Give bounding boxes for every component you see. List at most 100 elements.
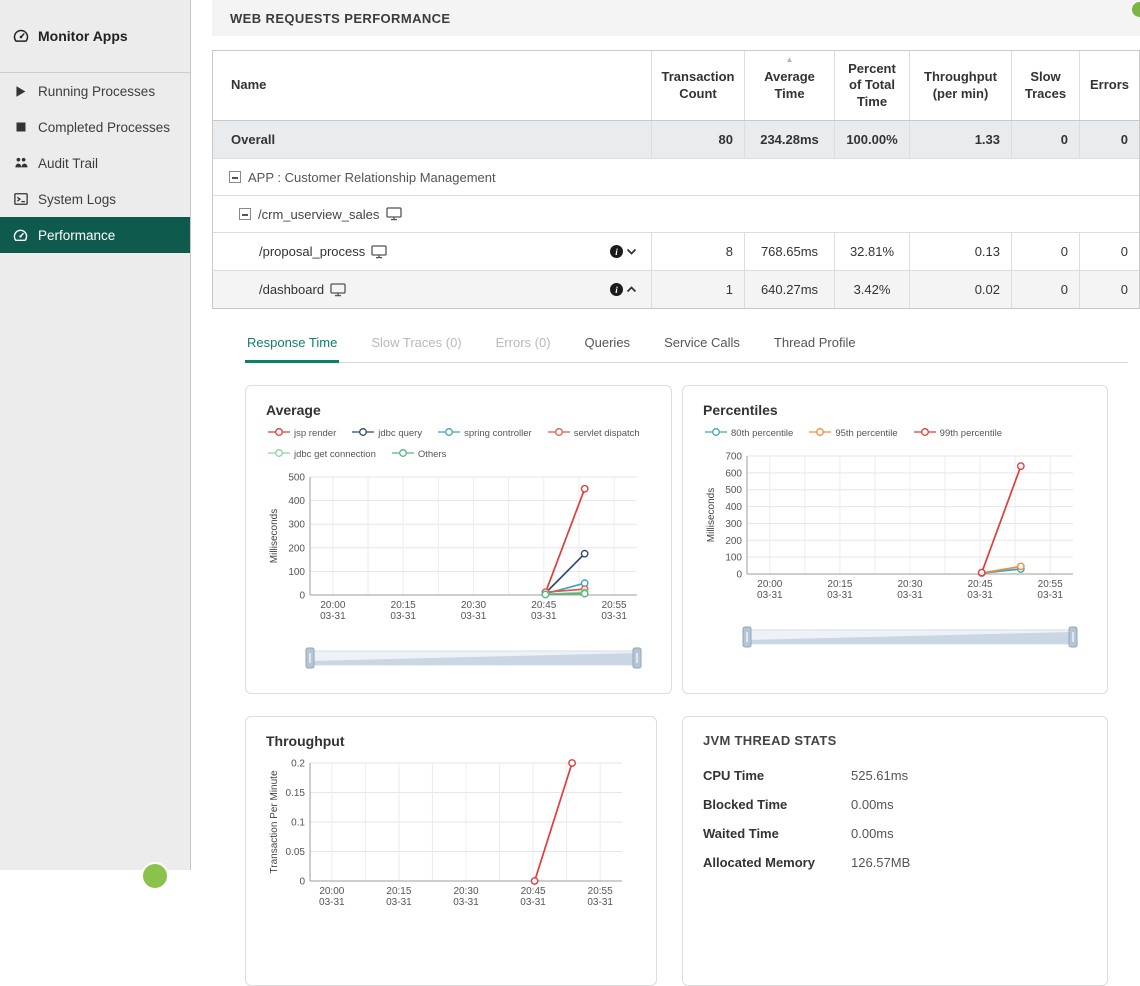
- jvm-stat-label: Allocated Memory: [703, 855, 851, 870]
- tab-service-calls[interactable]: Service Calls: [662, 325, 742, 362]
- throughput-chart-card: Throughput 00.050.10.150.220:0003-3120:1…: [245, 716, 657, 986]
- svg-text:03-31: 03-31: [827, 590, 853, 601]
- legend-item-jdbc-query[interactable]: jdbc query: [352, 424, 422, 442]
- column-header-label: Slow Traces: [1018, 69, 1073, 102]
- charts-row-2: Throughput 00.050.10.150.220:0003-3120:1…: [212, 716, 1140, 986]
- svg-text:20:30: 20:30: [897, 579, 922, 590]
- url-group-row[interactable]: /crm_userview_sales: [213, 196, 1139, 233]
- monitor-icon: [330, 283, 346, 297]
- collapse-icon[interactable]: [239, 208, 251, 220]
- chevron-up-icon[interactable]: [626, 286, 637, 293]
- sidebar-item-system-logs[interactable]: System Logs: [0, 181, 190, 217]
- jvm-stat-value: 0.00ms: [851, 826, 894, 841]
- sort-ascending-icon[interactable]: ▲: [786, 56, 794, 64]
- legend-item-spring-controller[interactable]: spring controller: [438, 424, 532, 442]
- collapse-icon[interactable]: [229, 171, 241, 183]
- tab-slow-traces-0[interactable]: Slow Traces (0): [369, 325, 463, 362]
- row-name: /dashboard: [259, 282, 324, 297]
- column-header-average-time[interactable]: ▲ Average Time: [744, 51, 834, 120]
- 80th-percentile-legend-marker-icon: [705, 424, 727, 442]
- legend-item-servlet-dispatch[interactable]: servlet dispatch: [548, 424, 640, 442]
- legend-label: 95th percentile: [835, 428, 897, 439]
- chat-bubble[interactable]: [141, 862, 169, 890]
- jvm-stat-label: CPU Time: [703, 768, 851, 783]
- svg-text:100: 100: [725, 553, 742, 564]
- percentiles-chart-card: Percentiles 80th percentile 95th percenti…: [682, 385, 1108, 694]
- legend-label: 80th percentile: [731, 428, 793, 439]
- legend-label: jdbc query: [378, 428, 422, 439]
- info-icon[interactable]: [610, 245, 623, 258]
- legend-item-jdbc-get-connection[interactable]: jdbc get connection: [268, 445, 376, 463]
- svg-text:03-31: 03-31: [897, 590, 923, 601]
- legend-item-jsp-render[interactable]: jsp render: [268, 424, 336, 442]
- sidebar-item-audit-trail[interactable]: Audit Trail: [0, 145, 190, 181]
- page-title: WEB REQUESTS PERFORMANCE: [230, 11, 451, 26]
- legend-item-99th-percentile[interactable]: 99th percentile: [914, 424, 1002, 442]
- legend-label: 99th percentile: [940, 428, 1002, 439]
- row-value: 32.81%: [834, 233, 909, 270]
- svg-text:200: 200: [725, 536, 742, 547]
- jvm-stat-value: 0.00ms: [851, 797, 894, 812]
- row-actions: [610, 245, 645, 258]
- svg-text:20:45: 20:45: [968, 579, 993, 590]
- svg-text:20:30: 20:30: [461, 600, 486, 611]
- sidebar-item-performance[interactable]: Performance: [0, 217, 190, 253]
- servlet-dispatch-legend-marker-icon: [548, 424, 570, 442]
- percentiles-range-slider[interactable]: [703, 625, 1087, 656]
- svg-text:400: 400: [288, 496, 305, 507]
- jvm-stat-allocated-memory: Allocated Memory126.57MB: [703, 855, 1087, 870]
- tab-thread-profile[interactable]: Thread Profile: [772, 325, 858, 362]
- row-value: 3.42%: [834, 271, 909, 308]
- charts-row-1: Average jsp renderjdbc queryspring contr…: [212, 385, 1140, 694]
- sidebar-item-label: Audit Trail: [38, 156, 98, 171]
- chevron-down-icon[interactable]: [626, 248, 637, 255]
- svg-text:03-31: 03-31: [320, 611, 346, 622]
- column-header-throughput-per-min[interactable]: Throughput (per min): [909, 51, 1011, 120]
- svg-text:03-31: 03-31: [587, 897, 613, 908]
- jdbc-get-connection-legend-marker-icon: [268, 445, 290, 463]
- svg-text:03-31: 03-31: [461, 611, 487, 622]
- column-header-percent-of-total-time[interactable]: Percent of Total Time: [834, 51, 909, 120]
- percentiles-chart: 80th percentile 95th percentile 99th perce…: [703, 424, 1087, 656]
- legend-item-95th-percentile[interactable]: 95th percentile: [809, 424, 897, 442]
- tab-queries[interactable]: Queries: [583, 325, 633, 362]
- svg-text:20:55: 20:55: [588, 886, 613, 897]
- average-range-slider[interactable]: [266, 646, 651, 677]
- gauge-icon: [13, 28, 29, 44]
- column-header-errors[interactable]: Errors: [1079, 51, 1139, 120]
- status-dot: [1132, 2, 1140, 17]
- row-value: 0: [1011, 271, 1079, 308]
- overall-row[interactable]: Overall80234.28ms100.00%1.3300: [213, 121, 1139, 159]
- tab-response-time[interactable]: Response Time: [245, 325, 339, 362]
- table-row-dashboard[interactable]: /dashboard1640.27ms3.42%0.0200: [213, 271, 1139, 308]
- svg-text:500: 500: [725, 485, 742, 496]
- jvm-stat-cpu-time: CPU Time525.61ms: [703, 768, 1087, 783]
- column-header-transaction-count[interactable]: Transaction Count: [651, 51, 744, 120]
- row-name-cell: /proposal_process: [213, 233, 651, 270]
- legend-label: jsp render: [294, 428, 336, 439]
- svg-text:100: 100: [288, 567, 305, 578]
- legend-label: spring controller: [464, 428, 532, 439]
- column-header-name[interactable]: Name: [213, 51, 651, 120]
- chart-title-percentiles: Percentiles: [703, 402, 1087, 418]
- legend-item-80th-percentile[interactable]: 80th percentile: [705, 424, 793, 442]
- column-header-label: Average Time: [751, 69, 828, 102]
- sidebar-item-label: Completed Processes: [38, 120, 170, 135]
- column-header-slow-traces[interactable]: Slow Traces: [1011, 51, 1079, 120]
- jvm-stat-value: 126.57MB: [851, 855, 910, 870]
- average-chart: jsp render jdbc query spring controller ser…: [266, 424, 651, 677]
- sidebar-item-running-processes[interactable]: Running Processes: [0, 73, 190, 109]
- 95th-percentile-legend-marker-icon: [809, 424, 831, 442]
- jvm-stats-title: JVM THREAD STATS: [703, 733, 1087, 748]
- sidebar-item-completed-processes[interactable]: Completed Processes: [0, 109, 190, 145]
- table-header-row: NameTransaction Count ▲ Average TimePercen…: [213, 51, 1139, 121]
- svg-text:200: 200: [288, 543, 305, 554]
- legend-item-others[interactable]: Others: [392, 445, 447, 463]
- others-legend-marker-icon: [392, 445, 414, 463]
- app-group-row[interactable]: APP : Customer Relationship Management: [213, 159, 1139, 196]
- info-icon[interactable]: [610, 283, 623, 296]
- tab-errors-0[interactable]: Errors (0): [494, 325, 553, 362]
- percentiles-plot: 010020030040050060070020:0003-3120:1503-…: [703, 448, 1087, 608]
- main-content: WEB REQUESTS PERFORMANCE NameTransaction…: [191, 0, 1140, 870]
- table-row-proposal-process[interactable]: /proposal_process8768.65ms32.81%0.1300: [213, 233, 1139, 271]
